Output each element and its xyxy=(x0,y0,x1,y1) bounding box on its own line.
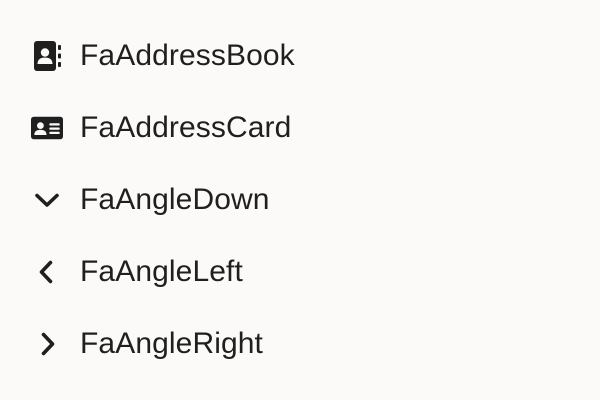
address-book-icon xyxy=(31,40,63,72)
list-item-label: FaAngleLeft xyxy=(80,255,243,288)
list-item-label: FaAddressCard xyxy=(80,111,292,144)
list-item-label: FaAngleDown xyxy=(80,183,270,216)
list-item-angle-right: FaAngleRight xyxy=(0,308,600,380)
list-item-label: FaAngleRight xyxy=(80,327,263,360)
list-item-address-book: FaAddressBook xyxy=(0,20,600,92)
address-card-icon xyxy=(31,112,63,144)
angle-right-icon xyxy=(31,328,63,360)
icon-list: FaAddressBook FaAddressCard FaAngleDown xyxy=(0,20,600,380)
angle-left-icon xyxy=(31,256,63,288)
list-item-label: FaAddressBook xyxy=(80,39,295,72)
list-item-address-card: FaAddressCard xyxy=(0,92,600,164)
angle-down-icon xyxy=(31,184,63,216)
list-item-angle-left: FaAngleLeft xyxy=(0,236,600,308)
list-item-angle-down: FaAngleDown xyxy=(0,164,600,236)
